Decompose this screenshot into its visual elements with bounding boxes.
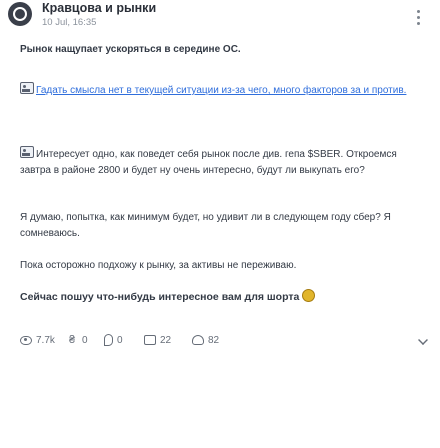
like-button[interactable]: 82 [192, 330, 219, 350]
embedded-link[interactable]: Гадать смысла нет в текущей ситуации из-… [36, 85, 406, 96]
paragraph-caution: Пока осторожно подхожу к рынку, за актив… [20, 260, 297, 271]
more-vertical-icon-dot [417, 22, 420, 25]
avatar-ring-icon [13, 7, 27, 21]
eye-icon [20, 335, 32, 345]
author-name[interactable]: Кравцова и рынки [42, 1, 156, 15]
views-count: 7.7k [20, 330, 55, 350]
paragraph-link[interactable]: Гадать смысла нет в текущей ситуации из-… [20, 82, 430, 99]
paragraph-closing: Сейчас пошуу что-нибудь интересное вам д… [20, 289, 430, 305]
currency-icon: ₴ [68, 334, 76, 346]
reposts-value: 0 [117, 334, 123, 346]
avatar[interactable] [8, 2, 32, 26]
more-vertical-icon [417, 10, 420, 13]
donations-value: 0 [82, 334, 88, 346]
coin-emoji-icon [302, 289, 316, 302]
comments-value: 22 [160, 334, 172, 346]
heart-icon [192, 335, 204, 345]
paragraph-sber: Интересует одно, как поведет себя рынок … [20, 146, 430, 179]
post-header: Кравцова и рынки 10 Jul, 16:35 [0, 0, 440, 32]
repost-icon [104, 334, 113, 346]
paragraph-opinion: Я думаю, попытка, как минимум будет, но … [20, 212, 391, 239]
likes-value: 82 [208, 334, 220, 346]
donate-button[interactable]: ₴ 0 [66, 330, 88, 350]
image-icon [20, 82, 34, 94]
paragraph-headline: Рынок нащупает ускоряться в середине ОС. [20, 44, 241, 55]
image-icon [20, 146, 34, 158]
paragraph-closing-text: Сейчас пошуу что-нибудь интересное вам д… [20, 291, 300, 303]
post-footer: 7.7k ₴ 0 0 22 82 [20, 330, 430, 350]
comments-button[interactable]: 22 [144, 330, 171, 350]
edit-button[interactable] [418, 330, 432, 350]
repost-button[interactable]: 0 [104, 330, 123, 350]
post-timestamp: 10 Jul, 16:35 [42, 17, 97, 28]
comment-icon [144, 335, 156, 345]
views-value: 7.7k [36, 334, 55, 346]
paragraph-sber-text: Интересует одно, как поведет себя рынок … [20, 149, 397, 176]
more-vertical-icon-dot [417, 16, 420, 19]
more-menu-button[interactable] [412, 7, 426, 27]
pencil-icon [418, 335, 428, 345]
